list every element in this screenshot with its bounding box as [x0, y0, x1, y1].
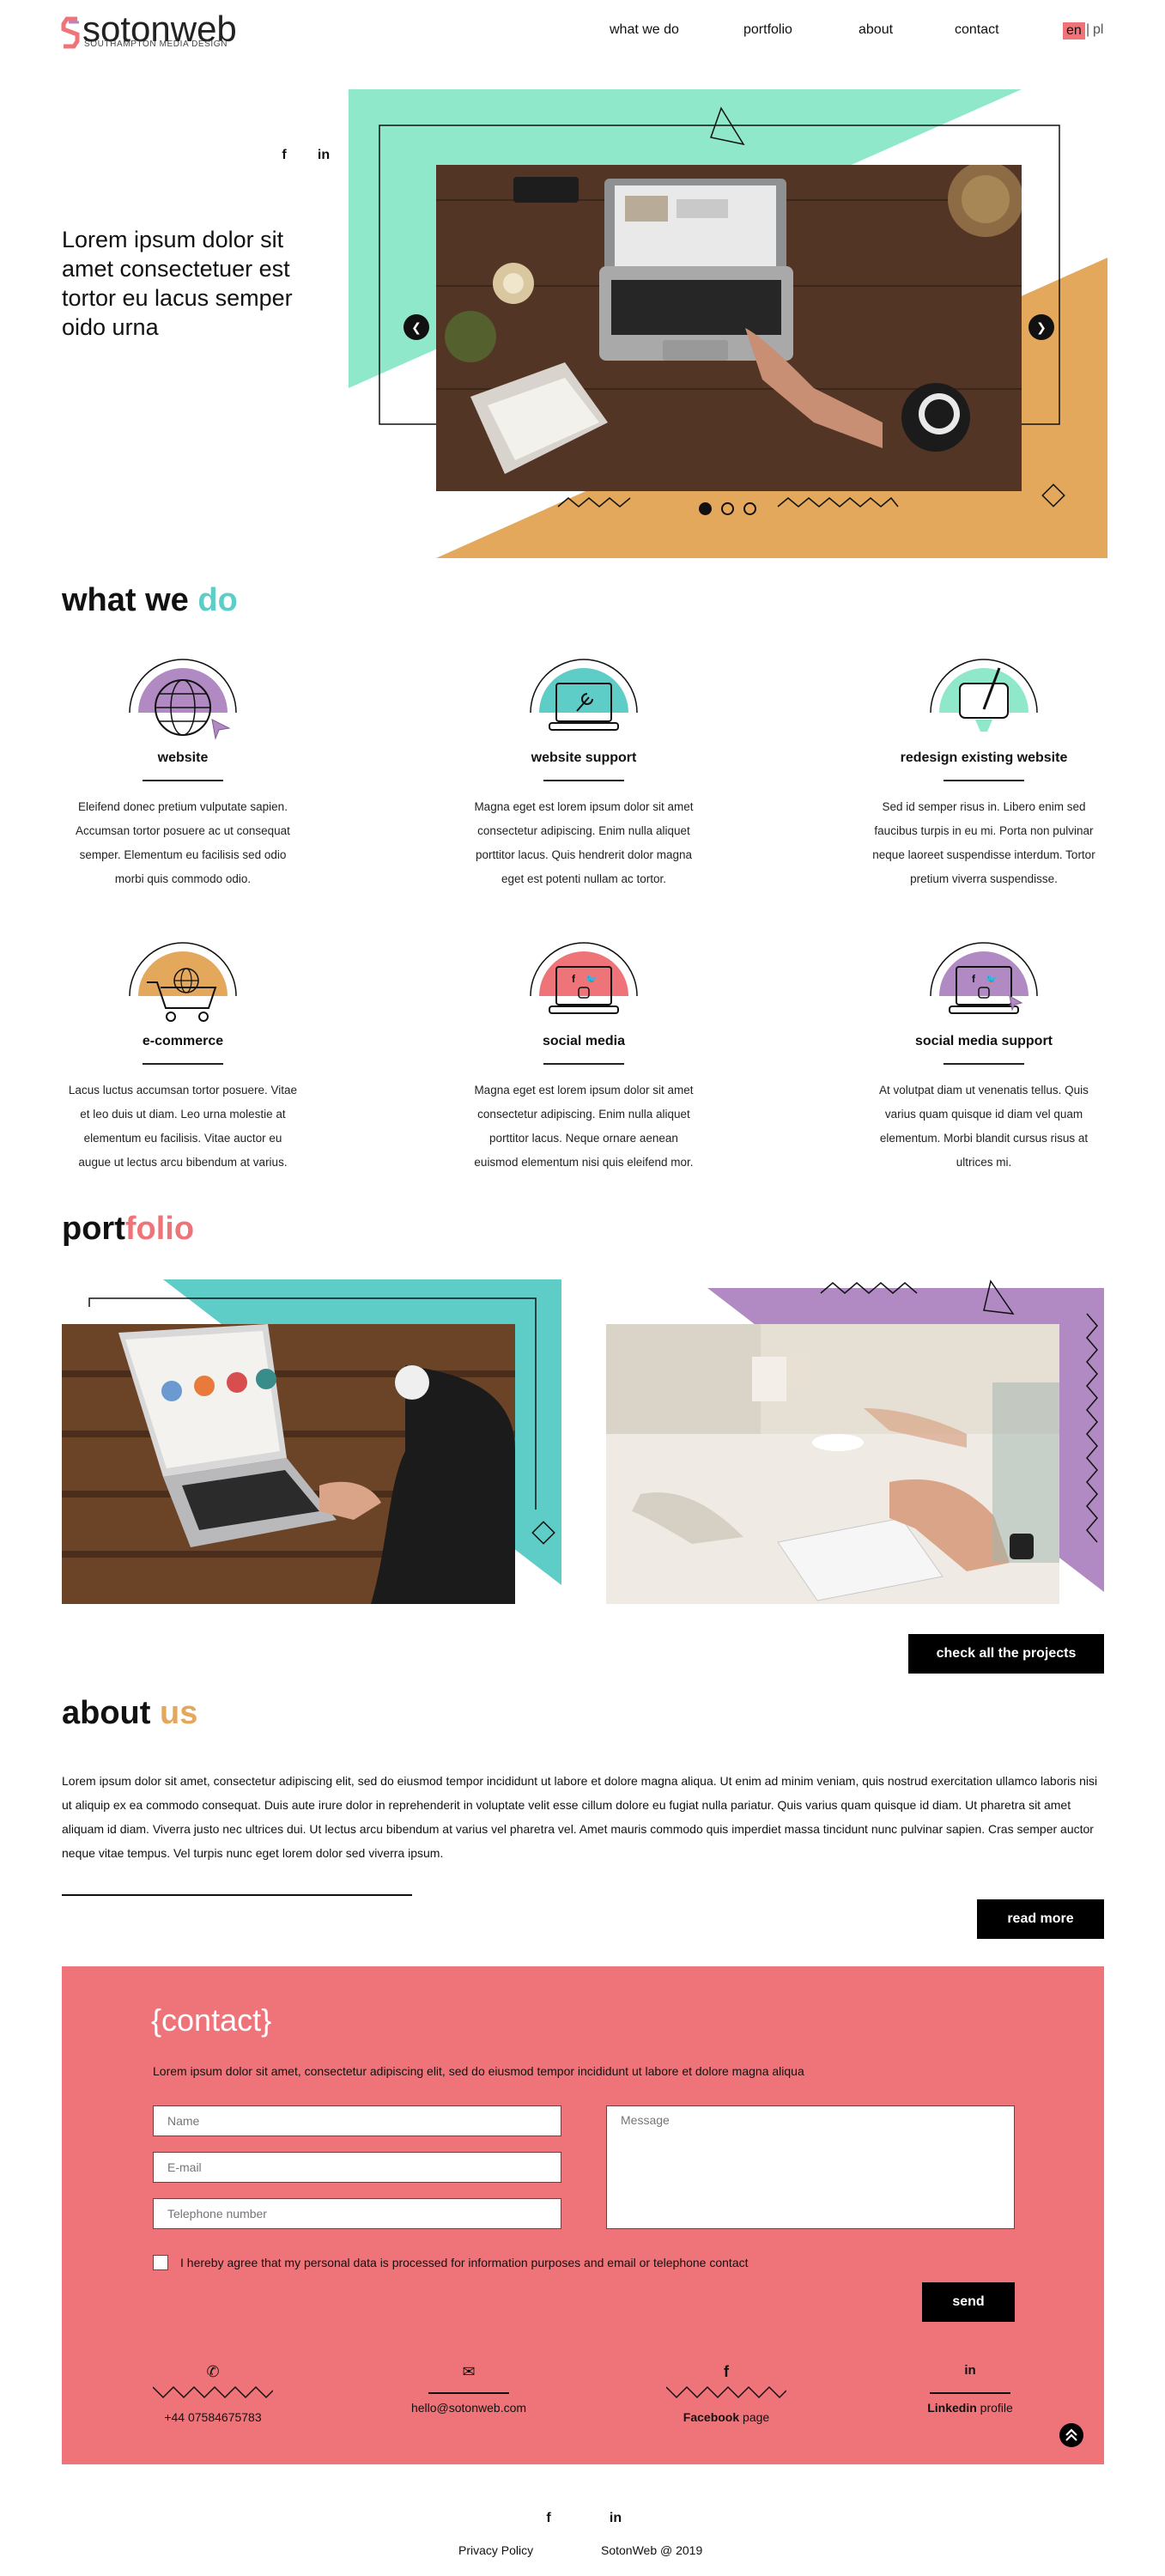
slider-dot-2[interactable]	[721, 502, 734, 515]
logo-icon	[61, 16, 80, 49]
contact-info-text: profile	[976, 2401, 1013, 2415]
mail-icon: ✉	[462, 2363, 476, 2380]
contact-facebook[interactable]: f Facebook page	[640, 2363, 812, 2424]
service-desc: At volutpat diam ut venenatis tellus. Qu…	[879, 1084, 1089, 1169]
footer-facebook-icon[interactable]: f	[539, 2509, 558, 2528]
service-desc: Eleifend donec pretium vulputate sapien.…	[76, 800, 290, 885]
contact-info-bold: Linkedin	[927, 2401, 977, 2415]
contact-info-text: page	[739, 2410, 770, 2424]
service-desc: Magna eget est lorem ipsum dolor sit ame…	[474, 1084, 694, 1169]
service-card-social-media-support: f 🐦 social media support At volutpat dia…	[855, 933, 1113, 1175]
heading-part: port	[62, 1211, 125, 1247]
service-title: social media support	[914, 1034, 1053, 1048]
linkedin-icon: in	[964, 2363, 976, 2378]
service-divider	[944, 780, 1024, 781]
about-heading: about us	[62, 1695, 197, 1732]
service-desc: Sed id semper risus in. Libero enim sed …	[872, 800, 1095, 885]
facebook-icon: f	[724, 2363, 729, 2380]
globe-icon	[129, 659, 237, 740]
portfolio-heading: portfolio	[62, 1211, 194, 1248]
heading-part: what we	[62, 582, 198, 618]
laptop-social-icon: f 🐦	[530, 942, 638, 1014]
info-divider	[930, 2392, 1010, 2394]
portfolio-item-2[interactable]	[606, 1279, 1104, 1606]
email-input[interactable]	[153, 2152, 561, 2183]
contact-email[interactable]: ✉ hello@sotonweb.com	[383, 2363, 555, 2415]
portfolio-item-1[interactable]	[62, 1279, 568, 1606]
lang-en[interactable]: en	[1063, 22, 1085, 39]
heading-highlight: do	[197, 582, 238, 618]
zigzag-divider	[665, 2385, 787, 2399]
nav-contact[interactable]: contact	[955, 22, 999, 38]
info-divider	[428, 2392, 509, 2394]
nav-about[interactable]: about	[859, 22, 893, 38]
consent-label: I hereby agree that my personal data is …	[180, 2256, 749, 2269]
linkedin-icon[interactable]: in	[314, 146, 333, 165]
tablet-pen-icon	[930, 659, 1038, 732]
heading-highlight: folio	[124, 1211, 195, 1247]
about-text: Lorem ipsum dolor sit amet, consectetur …	[62, 1774, 1098, 1860]
heading-highlight: us	[159, 1695, 198, 1731]
send-button[interactable]: send	[922, 2282, 1015, 2322]
svg-text:🐦: 🐦	[986, 975, 998, 985]
service-divider	[944, 1063, 1024, 1065]
slider-next-button[interactable]: ❯	[1028, 314, 1054, 340]
service-card-e-commerce: e-commerce Lacus luctus accumsan tortor …	[54, 933, 312, 1175]
lang-pl[interactable]: pl	[1093, 22, 1103, 38]
nav-what-we-do[interactable]: what we do	[610, 22, 679, 38]
laptop-wrench-icon	[530, 659, 638, 731]
contact-phone[interactable]: ✆ +44 07584675783	[127, 2363, 299, 2424]
slider-dot-3[interactable]	[743, 502, 756, 515]
heading-part: about	[62, 1695, 160, 1731]
service-desc: Magna eget est lorem ipsum dolor sit ame…	[474, 800, 694, 885]
contact-intro: Lorem ipsum dolor sit amet, consectetur …	[153, 2064, 804, 2078]
hero-headline: Lorem ipsum dolor sit amet consectetuer …	[62, 227, 293, 340]
message-textarea[interactable]	[606, 2105, 1015, 2229]
hero-slide-image	[436, 165, 1022, 491]
phone-input[interactable]	[153, 2198, 561, 2229]
check-projects-button[interactable]: check all the projects	[908, 1634, 1104, 1674]
read-more-button[interactable]: read more	[977, 1899, 1104, 1939]
svg-text:🐦: 🐦	[586, 975, 598, 985]
copyright-text: SotonWeb @ 2019	[601, 2543, 703, 2557]
service-desc: Lacus luctus accumsan tortor posuere. Vi…	[68, 1084, 298, 1169]
service-title: e-commerce	[142, 1034, 224, 1048]
contact-info-bold: Facebook	[683, 2410, 740, 2424]
phone-icon: ✆	[206, 2363, 220, 2380]
consent-checkbox[interactable]	[153, 2255, 168, 2270]
facebook-icon[interactable]: f	[275, 146, 294, 165]
about-divider	[62, 1894, 412, 1896]
contact-info-text: hello@sotonweb.com	[410, 2401, 527, 2415]
contact-info-text: +44 07584675783	[164, 2410, 262, 2424]
logo-subtitle: SOUTHAMPTON MEDIA DESIGN	[84, 39, 228, 49]
contact-linkedin[interactable]: in Linkedin profile	[884, 2363, 1056, 2415]
name-input[interactable]	[153, 2105, 561, 2136]
laptop-social-support-icon: f 🐦	[930, 942, 1038, 1014]
nav-portfolio[interactable]: portfolio	[743, 22, 792, 38]
what-we-do-heading: what we do	[62, 582, 238, 619]
contact-heading: {contact}	[151, 2002, 272, 2038]
service-title: social media	[542, 1034, 626, 1048]
service-card-website: website Eleifend donec pretium vulputate…	[54, 649, 312, 891]
service-title: redesign existing website	[900, 750, 1068, 765]
zigzag-divider	[152, 2385, 274, 2399]
lang-separator: |	[1086, 22, 1090, 37]
service-divider	[143, 780, 223, 781]
service-divider	[143, 1063, 223, 1065]
slider-prev-button[interactable]: ❮	[404, 314, 429, 340]
scroll-to-top-icon[interactable]	[1059, 2423, 1083, 2447]
service-title: website	[157, 750, 209, 765]
footer-linkedin-icon[interactable]: in	[606, 2509, 625, 2528]
service-card-social-media: f 🐦 social media Magna eget est lorem ip…	[455, 933, 713, 1175]
service-divider	[543, 1063, 624, 1065]
privacy-policy-link[interactable]: Privacy Policy	[458, 2543, 533, 2557]
slider-dot-1[interactable]	[699, 502, 712, 515]
service-divider	[543, 780, 624, 781]
service-title: website support	[531, 750, 637, 765]
cart-globe-icon	[129, 942, 237, 1022]
service-card-redesign: redesign existing website Sed id semper …	[855, 649, 1113, 891]
service-card-website-support: website support Magna eget est lorem ips…	[455, 649, 713, 891]
